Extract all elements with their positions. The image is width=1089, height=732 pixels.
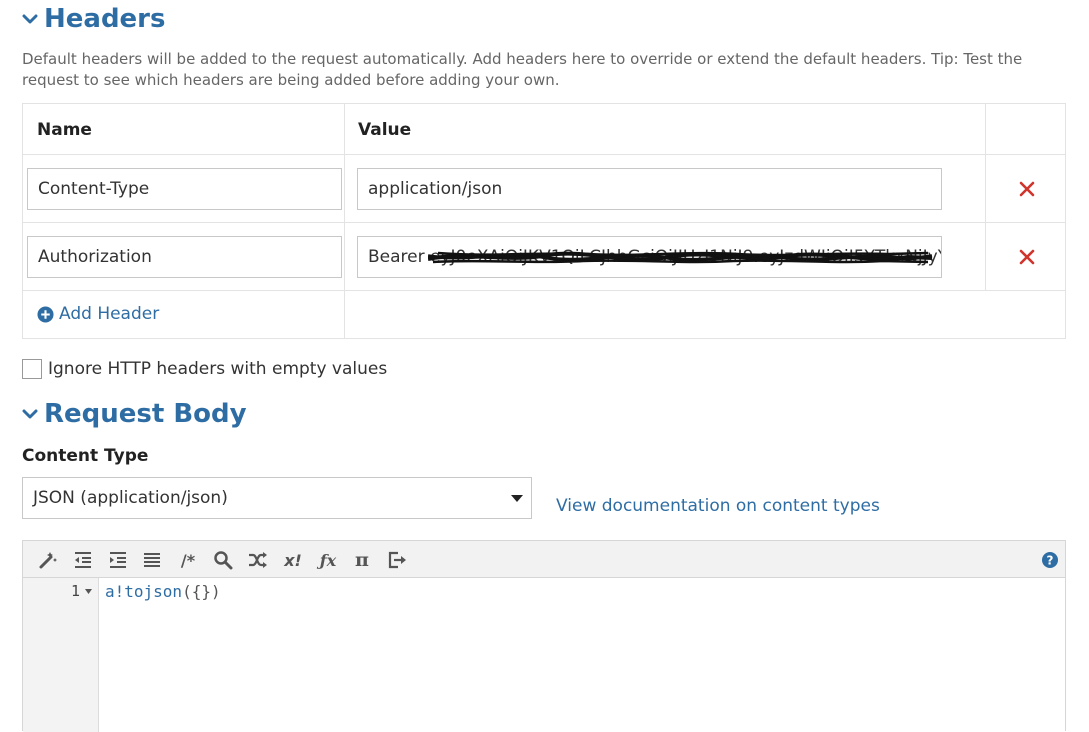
ignore-empty-checkbox[interactable] [22, 359, 42, 379]
content-type-select[interactable]: JSON (application/json) [22, 477, 532, 519]
header-value-input[interactable]: Bearer eyJ0eXAiOiJKV1QiLCJhbGciOiJIUzI1N… [357, 236, 942, 278]
fold-arrow-icon[interactable] [85, 589, 92, 594]
x-factorial-icon[interactable]: x! [282, 550, 304, 570]
table-row: Content-Type application/json [23, 155, 1065, 223]
headers-helper-text: Default headers will be added to the req… [22, 50, 1023, 89]
content-types-doc-link[interactable]: View documentation on content types [556, 496, 880, 516]
code-function: a!tojson [105, 582, 183, 601]
delete-header-button[interactable] [1017, 247, 1037, 267]
delete-header-button[interactable] [1017, 179, 1037, 199]
code-args: ({}) [182, 582, 221, 601]
headers-grid: Name Value Content-Type application/json… [22, 103, 1066, 339]
svg-text:?: ? [1047, 554, 1054, 568]
headers-title: Headers [44, 4, 166, 34]
header-name-input[interactable]: Content-Type [27, 168, 342, 210]
column-header-name: Name [37, 120, 92, 140]
caret-down-icon [511, 495, 523, 502]
pi-icon[interactable]: π [351, 549, 373, 571]
content-type-label: Content Type [22, 446, 149, 466]
column-header-value: Value [358, 120, 412, 140]
expression-editor: /* x! ƒx π ? 1 a!tojson({}) [22, 540, 1066, 732]
request-body-title: Request Body [44, 399, 247, 429]
grid-header-row: Name Value [23, 104, 1065, 155]
add-header-label: Add Header [59, 304, 160, 324]
editor-toolbar: /* x! ƒx π ? [23, 541, 1065, 578]
header-name-input[interactable]: Authorization [27, 236, 342, 278]
indent-icon[interactable] [107, 550, 129, 570]
line-number: 1 [70, 582, 80, 600]
shuffle-icon[interactable] [247, 550, 269, 570]
ignore-empty-option: Ignore HTTP headers with empty values [22, 359, 387, 379]
magic-wand-icon[interactable] [37, 550, 59, 570]
list-icon[interactable] [141, 550, 163, 570]
table-row: Authorization Bearer eyJ0eXAiOiJKV1QiLCJ… [23, 223, 1065, 291]
code-line[interactable]: a!tojson({}) [105, 582, 221, 601]
headers-section-toggle[interactable]: Headers [22, 4, 165, 34]
outdent-icon[interactable] [72, 550, 94, 570]
ignore-empty-label: Ignore HTTP headers with empty values [48, 359, 388, 379]
comment-icon[interactable]: /* [177, 550, 199, 570]
header-value-input[interactable]: application/json [357, 168, 942, 210]
line-gutter: 1 [23, 578, 99, 732]
redaction-scribble [428, 251, 933, 264]
export-icon[interactable] [386, 550, 408, 570]
chevron-down-icon [22, 14, 38, 24]
help-icon[interactable]: ? [1039, 550, 1061, 570]
chevron-down-icon [22, 409, 38, 419]
add-header-button[interactable]: Add Header [37, 304, 159, 324]
content-type-value: JSON (application/json) [33, 488, 228, 508]
request-body-section-toggle[interactable]: Request Body [22, 399, 247, 429]
function-icon[interactable]: ƒx [317, 550, 339, 570]
search-icon[interactable] [212, 550, 234, 570]
plus-circle-icon [37, 305, 54, 323]
